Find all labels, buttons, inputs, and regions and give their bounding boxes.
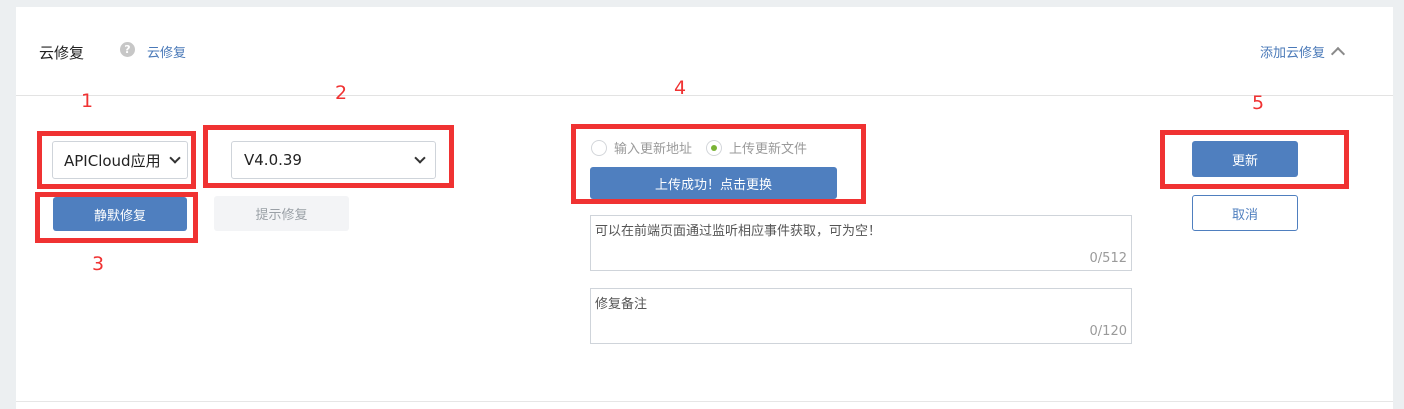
cloud-fix-link[interactable]: 云修复 [147,42,186,61]
annotation-label-2: 2 [335,82,348,104]
annotation-label-1: 1 [81,90,94,112]
annotation-label-4: 4 [674,77,687,99]
description-placeholder: 可以在前端页面通过监听相应事件获取，可为空！ [595,224,882,239]
fix-note-char-counter: 0/120 [1089,324,1127,339]
cancel-button[interactable]: 取消 [1192,195,1298,231]
annotation-label-3: 3 [92,253,105,275]
annotation-label-5: 5 [1252,92,1265,114]
add-cloud-fix-toggle[interactable]: 添加云修复 [1260,42,1346,61]
annotation-box-3 [35,192,198,243]
header-divider [16,95,1393,96]
chevron-up-icon [1330,46,1346,61]
add-cloud-fix-label: 添加云修复 [1260,46,1326,61]
page-title: 云修复 [39,44,85,62]
help-icon[interactable]: ? [120,42,135,57]
panel-bottom-divider [16,401,1393,402]
annotation-box-5 [1160,130,1349,189]
prompt-fix-button[interactable]: 提示修复 [214,196,349,231]
fix-note-textarea[interactable]: 修复备注 0/120 [590,288,1132,344]
fix-note-placeholder: 修复备注 [595,297,648,312]
annotation-box-1 [37,131,196,189]
annotation-box-2 [203,125,454,188]
description-textarea[interactable]: 可以在前端页面通过监听相应事件获取，可为空！ 0/512 [590,215,1132,271]
description-char-counter: 0/512 [1089,251,1127,266]
annotation-box-4 [571,124,866,204]
